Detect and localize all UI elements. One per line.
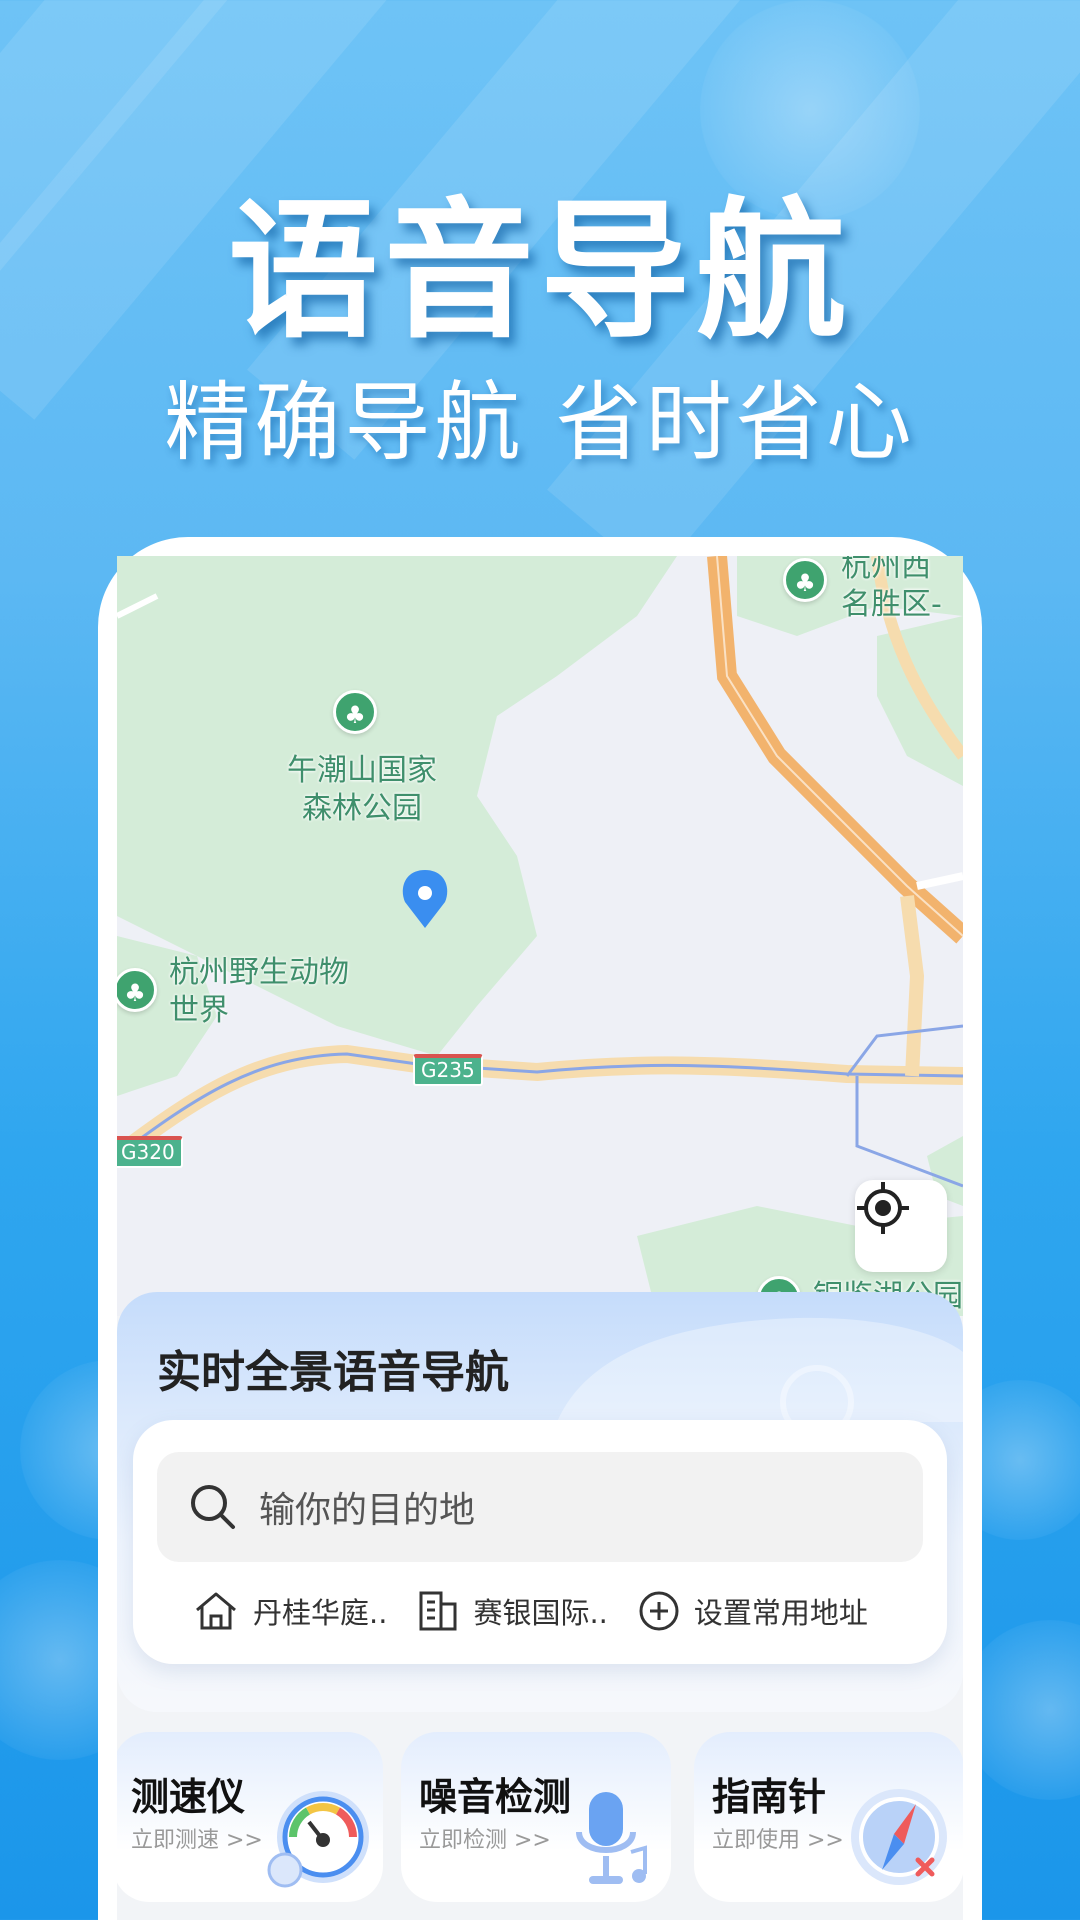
home-icon [196,1592,236,1630]
tool-cards: 测速仪 立即测速 >> 噪音检测 立即检测 >> 指南针 立即使用 >> [117,1732,963,1920]
tool-title: 指南针 [712,1775,827,1819]
quick-links: 丹桂华庭.. 赛银国际.. 设置常用地址 [193,1590,898,1632]
road-shield-g235: G235 [413,1054,483,1086]
speedometer-icon [267,1791,369,1888]
tool-subtitle: 立即检测 >> [419,1828,551,1853]
park-icon[interactable]: ♣ [783,558,827,602]
nav-panel-title: 实时全景语音导航 [157,1347,509,1398]
tool-subtitle: 立即使用 >> [712,1828,844,1853]
destination-search-input[interactable]: 输你的目的地 [157,1452,923,1562]
quick-link-work[interactable]: 赛银国际.. [417,1590,608,1632]
tool-title: 噪音检测 [419,1775,572,1819]
plus-circle-icon [639,1591,679,1631]
quick-link-work-label: 赛银国际.. [473,1596,608,1630]
locate-button[interactable] [855,1180,947,1272]
locate-crosshair-icon [857,1182,909,1234]
search-placeholder: 输你的目的地 [259,1490,476,1531]
search-card: 输你的目的地 丹桂华庭.. 赛银国际.. 设置常用地址 [133,1420,947,1664]
search-icon [191,1485,235,1529]
app-screen: ♣ 午潮山国家 森林公园 ♣ 杭州野生动物 世界 ♣ 杭州西 名胜区- ♣ 铜鉴… [117,556,963,1920]
tool-subtitle: 立即测速 >> [131,1828,263,1853]
map-canvas [117,556,963,1316]
tool-card-speedometer[interactable]: 测速仪 立即测速 >> [117,1732,383,1902]
navigation-panel: 实时全景语音导航 输你的目的地 丹桂华庭.. 赛银国际.. 设置常用地址 [117,1292,963,1712]
tool-card-noise-detection[interactable]: 噪音检测 立即检测 >> [401,1732,671,1902]
compass-icon [851,1789,947,1885]
park-icon[interactable]: ♣ [333,690,377,734]
quick-link-set-address[interactable]: 设置常用地址 [638,1590,868,1632]
building-icon [419,1591,457,1631]
map-label-scenic[interactable]: 杭州西 名胜区- [841,556,963,624]
map-label-zoo[interactable]: 杭州野生动物 世界 [169,954,399,1030]
quick-link-home[interactable]: 丹桂华庭.. [193,1590,387,1632]
hero-subtitle: 精确导航 省时省心 [164,373,916,473]
quick-link-set-address-label: 设置常用地址 [693,1596,868,1630]
road-shield-g320: G320 [117,1136,183,1168]
map-label-wuchaoshan[interactable]: 午潮山国家 森林公园 [247,752,477,828]
tool-card-compass[interactable]: 指南针 立即使用 >> [694,1732,963,1902]
quick-link-home-label: 丹桂华庭.. [253,1596,388,1630]
hero-title: 语音导航 [227,185,852,359]
microphone-icon [576,1792,647,1884]
tool-title: 测速仪 [131,1775,246,1819]
map-view[interactable]: ♣ 午潮山国家 森林公园 ♣ 杭州野生动物 世界 ♣ 杭州西 名胜区- ♣ 铜鉴… [117,556,963,1320]
